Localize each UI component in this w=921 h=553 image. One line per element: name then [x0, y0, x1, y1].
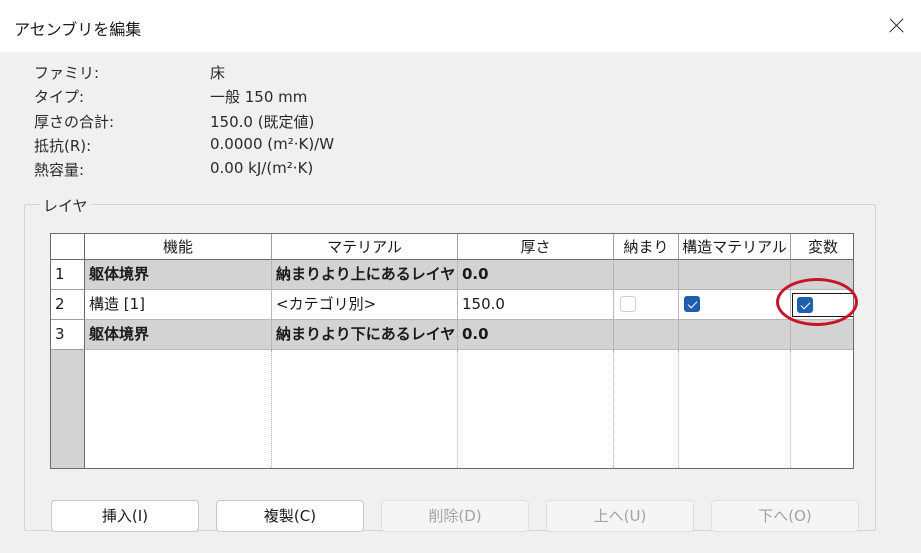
- column-header-variable[interactable]: 変数: [791, 234, 853, 260]
- column-header-material[interactable]: マテリアル: [272, 234, 458, 260]
- header-corner: [51, 234, 85, 260]
- column-header-structural-material[interactable]: 構造マテリアル: [679, 234, 791, 260]
- info-value: 150.0 (既定値): [210, 113, 315, 131]
- cell-wraps: [614, 290, 679, 320]
- info-total-thickness: 厚さの合計: 150.0 (既定値): [0, 111, 500, 133]
- row-number[interactable]: 3: [51, 320, 85, 350]
- layers-group-title: レイヤ: [40, 195, 91, 216]
- info-resistance: 抵抗(R): 0.0000 (m²·K)/W: [0, 135, 500, 157]
- cell-function[interactable]: 構造 [1]: [85, 290, 272, 320]
- cell-material[interactable]: 納まりより上にあるレイヤ: [272, 260, 458, 290]
- cell-structural-material: [679, 290, 791, 320]
- variable-cell-focus: [792, 293, 853, 317]
- window-title: アセンブリを編集: [14, 20, 142, 39]
- variable-checkbox[interactable]: [797, 297, 813, 313]
- info-family: ファミリ: 床: [0, 62, 500, 84]
- insert-button[interactable]: 挿入(I): [51, 500, 199, 532]
- info-value: 床: [210, 64, 226, 82]
- empty-column: [458, 350, 614, 468]
- cell-wraps: [614, 320, 679, 350]
- info-value: 0.0000 (m²·K)/W: [210, 135, 335, 153]
- cell-variable: [791, 290, 853, 320]
- row-header-empty: [51, 350, 85, 468]
- info-label: 熱容量:: [34, 161, 85, 179]
- move-down-button[interactable]: 下へ(O): [711, 500, 859, 532]
- delete-button[interactable]: 削除(D): [381, 500, 529, 532]
- cell-thickness[interactable]: 0.0: [458, 320, 614, 350]
- info-label: ファミリ:: [34, 64, 100, 82]
- cell-structural-material: [679, 260, 791, 290]
- wraps-checkbox[interactable]: [620, 296, 636, 312]
- cell-wraps: [614, 260, 679, 290]
- row-number[interactable]: 2: [51, 290, 85, 320]
- info-thermal-mass: 熱容量: 0.00 kJ/(m²·K): [0, 159, 500, 181]
- row-number[interactable]: 1: [51, 260, 85, 290]
- move-up-button[interactable]: 上へ(U): [546, 500, 694, 532]
- layers-table[interactable]: 機能 マテリアル 厚さ 納まり 構造マテリアル 変数 1 躯体境界 納まりより上…: [50, 233, 854, 469]
- duplicate-button[interactable]: 複製(C): [216, 500, 364, 532]
- structural-material-checkbox[interactable]: [684, 296, 700, 312]
- info-value: 一般 150 mm: [210, 88, 308, 106]
- column-header-wraps[interactable]: 納まり: [614, 234, 679, 260]
- info-label: 厚さの合計:: [34, 113, 115, 131]
- cell-structural-material: [679, 320, 791, 350]
- cell-material[interactable]: 納まりより下にあるレイヤ: [272, 320, 458, 350]
- empty-column: [679, 350, 791, 468]
- title-bar: アセンブリを編集: [0, 0, 921, 52]
- cell-variable: [791, 260, 853, 290]
- column-header-thickness[interactable]: 厚さ: [458, 234, 614, 260]
- info-label: 抵抗(R):: [34, 137, 92, 155]
- cell-function[interactable]: 躯体境界: [85, 260, 272, 290]
- cell-variable: [791, 320, 853, 350]
- cell-material[interactable]: <カテゴリ別>: [272, 290, 458, 320]
- cell-thickness[interactable]: 0.0: [458, 260, 614, 290]
- empty-column: [85, 350, 272, 468]
- info-value: 0.00 kJ/(m²·K): [210, 159, 314, 177]
- empty-column: [272, 350, 458, 468]
- cell-thickness[interactable]: 150.0: [458, 290, 614, 320]
- info-label: タイプ:: [34, 88, 85, 106]
- column-header-function[interactable]: 機能: [85, 234, 272, 260]
- info-type: タイプ: 一般 150 mm: [0, 86, 500, 108]
- close-icon[interactable]: [884, 14, 908, 38]
- empty-column: [614, 350, 679, 468]
- cell-function[interactable]: 躯体境界: [85, 320, 272, 350]
